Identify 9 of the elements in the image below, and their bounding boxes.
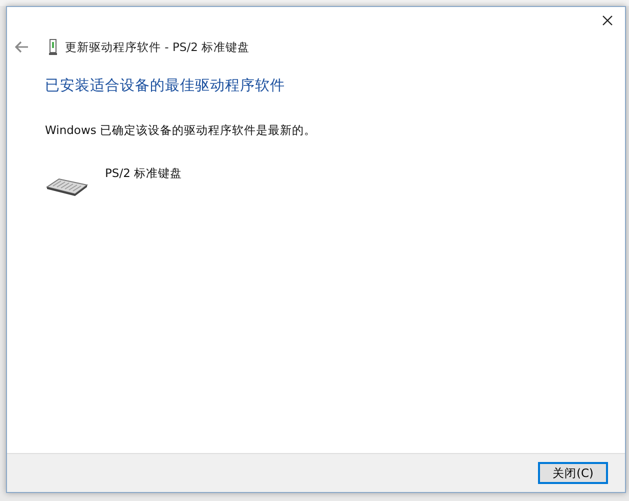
window-title: 更新驱动程序软件 - PS/2 标准键盘 xyxy=(65,40,250,54)
device-icon xyxy=(49,39,57,55)
keyboard-icon xyxy=(45,176,89,196)
close-icon[interactable] xyxy=(602,14,612,26)
heading: 已安装适合设备的最佳驱动程序软件 xyxy=(45,76,286,95)
close-dialog-button[interactable]: 关闭(C) xyxy=(538,462,608,484)
back-button[interactable] xyxy=(15,40,31,54)
status-message: Windows 已确定该设备的驱动程序软件是最新的。 xyxy=(45,123,317,138)
device-name: PS/2 标准键盘 xyxy=(105,166,182,181)
